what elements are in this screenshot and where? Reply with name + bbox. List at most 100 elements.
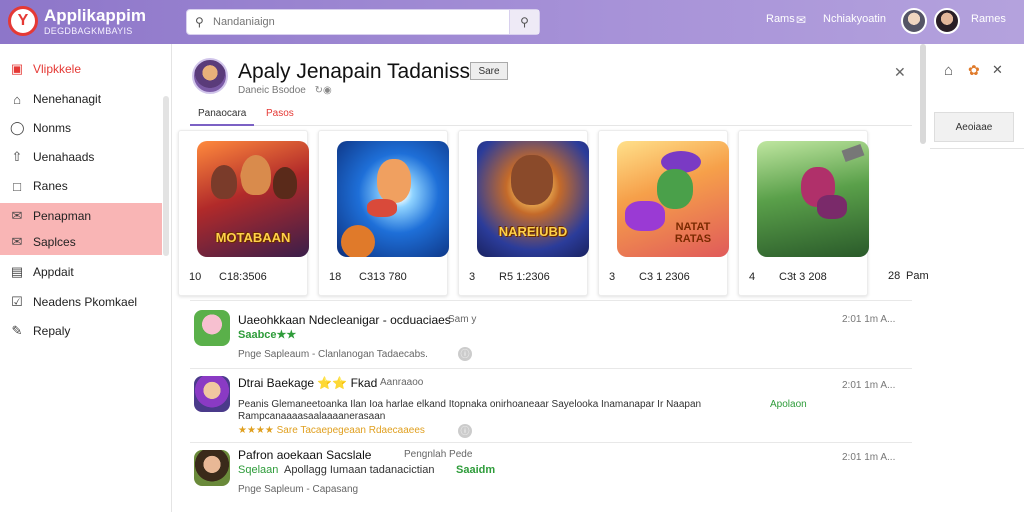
search-box[interactable]: ⚲ ⚲ xyxy=(186,9,540,35)
sidebar-item-vlipkkele[interactable]: ▣ Vlipkkele xyxy=(0,56,162,82)
edit-icon: ✎ xyxy=(11,323,23,338)
list-item-tag: Sam y xyxy=(448,314,477,325)
game-card[interactable]: NAREIUBD 3 R5 1:2306 xyxy=(458,130,589,296)
list-item-description-2: Rampcanaaaasaalaaaanerasaan xyxy=(238,411,386,422)
sidebar-item-uenahaads[interactable]: ⇧ Uenahaads xyxy=(0,144,162,170)
list-item-description: Peanis Glemaneetoanka Ilan Ioa harlae el… xyxy=(238,399,702,410)
card-price: C18:3506 xyxy=(219,271,267,283)
game-art-title: NATAT RATAS xyxy=(674,221,712,245)
list-item-meta: Pnge Sapleaum - Clanlanogan Tadaecabs. xyxy=(238,349,428,360)
game-card[interactable]: NATAT RATAS 3 C3 1 2306 xyxy=(598,130,729,296)
user-avatar[interactable] xyxy=(934,8,960,34)
upload-icon: ⇧ xyxy=(11,149,23,164)
card-price: Pam xyxy=(906,270,929,282)
card-rank: 10 xyxy=(189,271,202,283)
tab-pasos[interactable]: Pasos xyxy=(266,108,294,119)
sidebar-item-label: Repaly xyxy=(33,324,71,338)
app-logo-text[interactable]: Applikappim xyxy=(44,6,146,26)
list-item-description: Apollagg Iumaan tadanacictian xyxy=(284,464,435,476)
sidebar-item-ranes[interactable]: □ Ranes xyxy=(0,173,162,199)
top-bar: Y Applikappim DEGDBAGKMBAYIS ⚲ ⚲ Rams ✉ … xyxy=(0,0,1024,44)
game-art-title: NAREIUBD xyxy=(498,224,568,239)
game-art xyxy=(757,141,869,257)
home-icon: ⌂ xyxy=(13,91,21,107)
card-price: C3 1 2306 xyxy=(639,271,690,283)
sidebar-item-label: Nonms xyxy=(33,121,72,135)
document-icon: ▤ xyxy=(10,264,24,279)
mail-icon[interactable]: ✉ xyxy=(796,13,806,27)
square-icon: □ xyxy=(13,178,21,194)
search-button[interactable]: ⚲ xyxy=(509,10,539,34)
sidebar-item-neadens[interactable]: ☑ Neadens Pkomkael xyxy=(0,289,162,315)
mail-icon: ✉ xyxy=(11,208,23,223)
game-art: NAREIUBD xyxy=(477,141,589,257)
status-badge[interactable]: Sare xyxy=(470,62,508,80)
app-subtitle-text: Daneic Bsodoe xyxy=(238,85,306,96)
divider xyxy=(190,442,912,443)
check-icon: ☑ xyxy=(11,294,23,309)
home-icon[interactable]: ⌂ xyxy=(944,62,953,79)
close-icon[interactable]: ✕ xyxy=(992,62,1003,78)
sidebar: ▣ Vlipkkele ⌂ Nenehanagit ◯ Nonms ⇧ Uena… xyxy=(0,44,172,512)
nav-link-rams[interactable]: Rams xyxy=(766,13,795,25)
card-price: R5 1:2306 xyxy=(499,271,550,283)
list-item-link[interactable]: Saaidm xyxy=(456,464,495,476)
sidebar-item-label: Vlipkkele xyxy=(33,62,82,76)
list-item-meta: Pnge Sapleum - Capasang xyxy=(238,484,359,495)
tab-panaocara[interactable]: Panaocara xyxy=(198,108,246,119)
list-item-tag-green: Sqelaan xyxy=(238,464,279,476)
game-art: NATAT RATAS xyxy=(617,141,729,257)
bug-icon[interactable]: ✿ xyxy=(968,62,980,79)
list-item-title[interactable]: Uaeohkkaan Ndecleanigar - ocduaciaes xyxy=(238,313,451,327)
pin-icon: ◯ xyxy=(10,120,25,135)
sidebar-scrollbar[interactable] xyxy=(163,96,169,256)
active-tab-indicator xyxy=(190,124,254,126)
game-card[interactable]: MOTABAAN 10 C18:3506 xyxy=(178,130,309,296)
user-name[interactable]: Rames xyxy=(971,13,1006,25)
sidebar-item-label: Ranes xyxy=(33,179,68,193)
list-item-rating: Saabce★★ xyxy=(238,329,297,341)
game-art xyxy=(337,141,449,257)
refresh-icon[interactable]: ↻◉ xyxy=(315,85,332,96)
close-icon[interactable]: ✕ xyxy=(894,64,906,81)
search-icon: ⚲ xyxy=(195,15,204,29)
info-icon[interactable]: ⓘ xyxy=(458,424,472,438)
list-item-icon[interactable] xyxy=(194,376,230,412)
nav-link-account[interactable]: Nchiakyoatin xyxy=(823,13,886,25)
mail-icon: ✉ xyxy=(11,234,23,249)
content-scrollbar[interactable] xyxy=(920,44,926,144)
divider xyxy=(930,148,1024,149)
sidebar-item-appdait[interactable]: ▤ Appdait xyxy=(0,259,162,285)
list-item-link[interactable]: Apolaon xyxy=(770,399,807,410)
tab-divider xyxy=(190,125,912,126)
list-item-tag: Aanraaoo xyxy=(380,377,424,388)
sidebar-item-home[interactable]: ⌂ Nenehanagit xyxy=(0,86,162,112)
card-price: C313 780 xyxy=(359,271,407,283)
app-subtitle: Daneic Bsodoe ↻◉ xyxy=(238,85,332,96)
game-card[interactable]: 4 C3t 3 208 xyxy=(738,130,869,296)
list-item-time: 2:01 1m A... xyxy=(842,380,896,391)
card-price: C3t 3 208 xyxy=(779,271,827,283)
card-rank: 4 xyxy=(749,271,756,283)
action-button[interactable]: Aeoiaae xyxy=(934,112,1014,142)
game-card[interactable]: 28 Pam xyxy=(878,130,929,296)
search-input[interactable] xyxy=(213,13,493,31)
sidebar-item-label: Saplces xyxy=(33,235,76,249)
sidebar-item-saplces[interactable]: ✉ Saplces xyxy=(0,229,162,255)
logo-icon[interactable]: Y xyxy=(8,6,38,36)
divider xyxy=(190,300,912,301)
sidebar-item-penapman[interactable]: ✉ Penapman xyxy=(0,203,162,229)
game-art-title: MOTABAAN xyxy=(215,230,291,245)
list-item-icon[interactable] xyxy=(194,450,230,486)
list-item-title[interactable]: Dtrai Baekage ⭐⭐ Fkad xyxy=(238,376,377,390)
sidebar-item-nonms[interactable]: ◯ Nonms xyxy=(0,115,162,141)
avatar[interactable] xyxy=(901,8,927,34)
list-item-icon[interactable] xyxy=(194,310,230,346)
list-item-time: 2:01 1m A... xyxy=(842,314,896,325)
info-icon[interactable]: ⓘ xyxy=(458,347,472,361)
sidebar-item-repaly[interactable]: ✎ Repaly xyxy=(0,318,162,344)
game-card[interactable]: 18 C313 780 xyxy=(318,130,449,296)
sidebar-item-label: Penapman xyxy=(33,209,92,223)
sidebar-item-label: Neadens Pkomkael xyxy=(33,295,138,309)
list-item-title[interactable]: Pafron aoekaan Sacslale xyxy=(238,448,371,462)
